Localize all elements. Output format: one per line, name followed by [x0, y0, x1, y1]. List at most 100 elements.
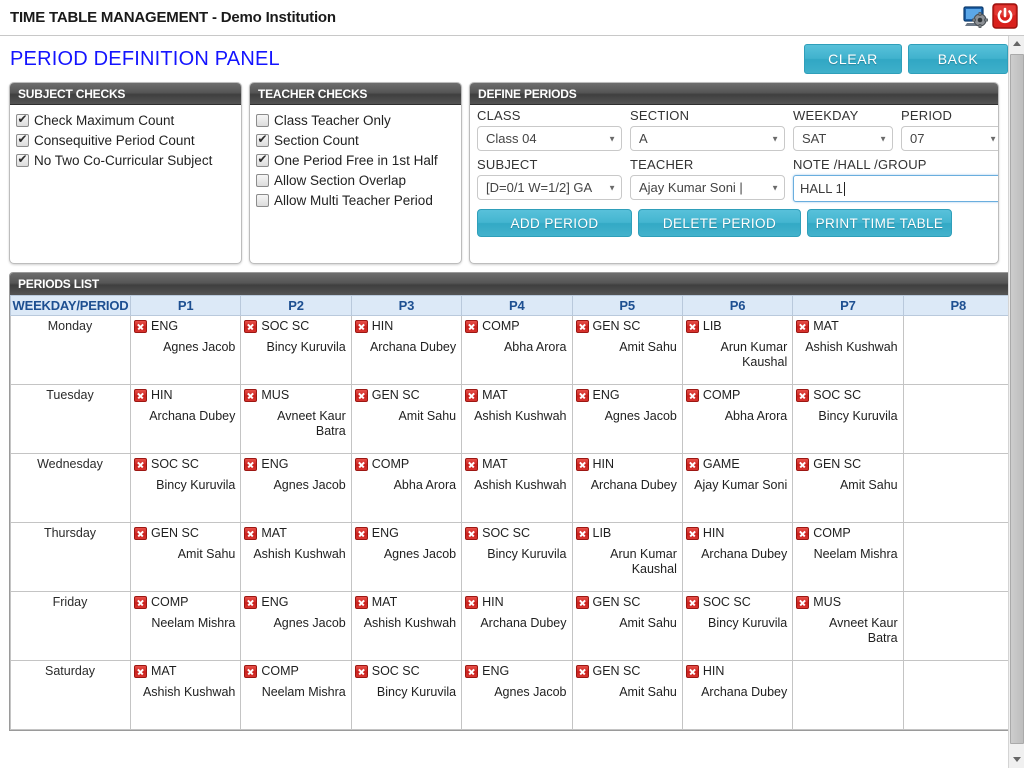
- checkbox-icon[interactable]: [256, 152, 269, 167]
- checkbox-row-section-count[interactable]: Section Count: [256, 130, 455, 150]
- delete-period-icon[interactable]: [244, 596, 258, 609]
- teacher-name: Ashish Kushwah: [474, 409, 567, 423]
- checkbox-label: One Period Free in 1st Half: [274, 152, 438, 168]
- back-button[interactable]: BACK: [908, 44, 1008, 74]
- delete-period-icon[interactable]: [244, 320, 258, 333]
- delete-period-icon[interactable]: [465, 527, 479, 540]
- delete-period-icon[interactable]: [796, 458, 810, 471]
- timetable-column-header: P1: [129, 295, 242, 316]
- teacher-name: Archana Dubey: [149, 409, 236, 423]
- delete-period-icon[interactable]: [134, 527, 147, 540]
- checkbox-row-one-period-free-in-1st-half[interactable]: One Period Free in 1st Half: [256, 150, 455, 170]
- teacher-name: Avneet Kaur Batra: [277, 409, 346, 438]
- delete-period-icon[interactable]: [465, 665, 479, 678]
- checkbox-icon[interactable]: [256, 193, 269, 207]
- delete-period-icon[interactable]: [575, 458, 589, 471]
- delete-period-icon[interactable]: [354, 458, 368, 471]
- delete-period-icon[interactable]: [796, 527, 810, 540]
- checkbox-row-allow-multi-teacher-period[interactable]: Allow Multi Teacher Period: [256, 190, 455, 210]
- subject-code: COMP: [482, 319, 520, 333]
- delete-period-icon[interactable]: [134, 320, 147, 333]
- power-icon[interactable]: [992, 3, 1018, 29]
- scrollbar-thumb[interactable]: [1010, 54, 1024, 744]
- text-cursor: [843, 181, 845, 196]
- scroll-down-arrow-icon[interactable]: [1009, 752, 1024, 768]
- add-period-button[interactable]: ADD PERIOD: [477, 209, 632, 237]
- period-select[interactable]: 07 ▼: [901, 126, 998, 151]
- delete-period-icon[interactable]: [575, 320, 589, 333]
- checkbox-icon[interactable]: [16, 152, 29, 167]
- delete-period-icon[interactable]: [575, 527, 589, 540]
- checkbox-row-no-two-co-curricular-subject[interactable]: No Two Co-Curricular Subject: [16, 150, 235, 170]
- period-cell: HIN Archana Dubey: [681, 522, 794, 592]
- checkbox-icon[interactable]: [256, 173, 269, 187]
- checkbox-row-allow-section-overlap[interactable]: Allow Section Overlap: [256, 170, 455, 190]
- delete-period-icon[interactable]: [134, 389, 147, 402]
- teacher-name: Amit Sahu: [398, 409, 457, 423]
- subject-code: COMP: [261, 664, 299, 678]
- delete-period-icon[interactable]: [796, 320, 810, 333]
- checkbox-icon[interactable]: [256, 132, 269, 147]
- period-cell: GAME Ajay Kumar Soni: [681, 453, 794, 523]
- timetable-column-header: P4: [461, 295, 573, 316]
- delete-period-icon[interactable]: [685, 596, 699, 609]
- checkbox-icon[interactable]: [16, 112, 29, 127]
- teacher-name: Abha Arora: [393, 478, 457, 492]
- class-select[interactable]: Class 04 ▼: [477, 126, 622, 151]
- delete-period-icon[interactable]: [244, 458, 258, 471]
- delete-period-icon[interactable]: [244, 527, 258, 540]
- delete-period-icon[interactable]: [354, 389, 368, 402]
- subject-select[interactable]: [D=0/1 W=1/2] GA ▼: [477, 175, 622, 200]
- teacher-field-group: TEACHER Ajay Kumar Soni | ▼: [630, 157, 785, 202]
- delete-period-icon[interactable]: [134, 458, 147, 471]
- delete-period-icon[interactable]: [575, 665, 589, 678]
- subject-code: MAT: [151, 664, 177, 678]
- subject-checks-title: SUBJECT CHECKS: [10, 83, 241, 105]
- period-cell: COMP Abha Arora: [350, 453, 463, 523]
- title-bar-icons: [962, 3, 1018, 29]
- teacher-select[interactable]: Ajay Kumar Soni | ▼: [630, 175, 785, 200]
- scroll-up-arrow-icon[interactable]: [1009, 36, 1024, 52]
- period-cell: SOC SC Bincy Kuruvila: [681, 591, 794, 661]
- timetable-column-header: P6: [681, 295, 794, 316]
- delete-period-icon[interactable]: [354, 665, 368, 678]
- delete-period-icon[interactable]: [575, 596, 589, 609]
- period-field-group: PERIOD 07 ▼: [901, 108, 998, 151]
- note-input[interactable]: HALL 1: [793, 175, 998, 202]
- delete-period-icon[interactable]: [575, 389, 589, 402]
- delete-period-icon[interactable]: [244, 665, 258, 678]
- vertical-scrollbar[interactable]: [1008, 36, 1024, 768]
- delete-period-icon[interactable]: [134, 596, 147, 609]
- print-time-table-button[interactable]: PRINT TIME TABLE: [807, 209, 952, 237]
- checkbox-icon[interactable]: [256, 113, 269, 127]
- delete-period-icon[interactable]: [465, 596, 479, 609]
- delete-period-icon[interactable]: [796, 389, 810, 402]
- delete-period-icon[interactable]: [244, 389, 258, 402]
- delete-period-icon[interactable]: [685, 458, 699, 471]
- delete-period-icon[interactable]: [134, 665, 147, 678]
- delete-period-icon[interactable]: [465, 458, 479, 471]
- weekday-select[interactable]: SAT ▼: [793, 126, 893, 151]
- delete-period-icon[interactable]: [354, 320, 368, 333]
- delete-period-icon[interactable]: [354, 596, 368, 609]
- checkbox-icon[interactable]: [16, 132, 29, 147]
- delete-period-icon[interactable]: [685, 527, 699, 540]
- section-select[interactable]: A ▼: [630, 126, 785, 151]
- delete-period-icon[interactable]: [685, 320, 699, 333]
- teacher-name: Amit Sahu: [619, 616, 677, 630]
- checkbox-row-class-teacher-only[interactable]: Class Teacher Only: [256, 110, 455, 130]
- settings-monitor-icon[interactable]: [962, 3, 988, 29]
- section-select-value: A: [639, 131, 648, 146]
- delete-period-icon[interactable]: [354, 527, 368, 540]
- delete-period-icon[interactable]: [796, 596, 810, 609]
- delete-period-icon[interactable]: [685, 389, 699, 402]
- delete-period-icon[interactable]: [685, 665, 699, 678]
- delete-period-icon[interactable]: [465, 389, 479, 402]
- clear-button[interactable]: CLEAR: [804, 44, 902, 74]
- chevron-down-icon: ▼: [771, 134, 779, 143]
- subject-code: HIN: [702, 664, 725, 678]
- delete-period-button[interactable]: DELETE PERIOD: [638, 209, 801, 237]
- checkbox-row-consequitive-period-count[interactable]: Consequitive Period Count: [16, 130, 235, 150]
- checkbox-row-check-maximum-count[interactable]: Check Maximum Count: [16, 110, 235, 130]
- delete-period-icon[interactable]: [465, 320, 479, 333]
